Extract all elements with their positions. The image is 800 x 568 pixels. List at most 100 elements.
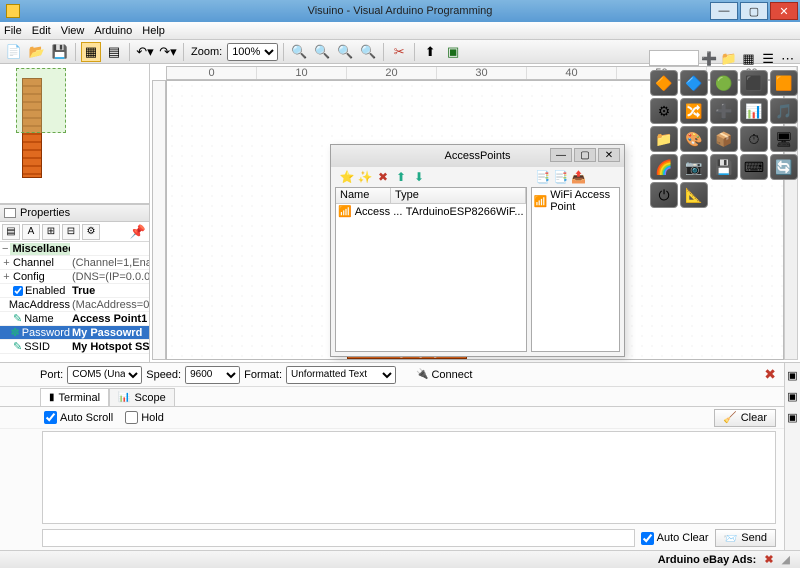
zoom-fit-icon[interactable]: 🔍	[289, 42, 309, 62]
new-icon[interactable]: 📄	[4, 42, 24, 62]
menu-view[interactable]: View	[61, 25, 85, 37]
property-row[interactable]: −Miscellaneous	[0, 242, 149, 256]
viewport-indicator[interactable]	[16, 68, 66, 133]
property-row[interactable]: ✽PasswordMy Passowrd	[0, 326, 149, 340]
prop-expand-icon[interactable]: ⊞	[42, 224, 60, 240]
palette-item[interactable]: 🔶	[650, 70, 678, 96]
zoom-100-icon[interactable]: 🔍	[358, 42, 378, 62]
dlg-exp-icon[interactable]: 📤	[571, 169, 587, 185]
send-button[interactable]: 📨 Send	[715, 529, 776, 547]
pal-view-icon[interactable]: ▦	[739, 48, 758, 68]
palette-item[interactable]: 📁	[650, 126, 678, 152]
grid-icon[interactable]: ▦	[81, 42, 101, 62]
palette-item[interactable]: 🟧	[770, 70, 798, 96]
palette-item[interactable]: 📦	[710, 126, 738, 152]
save-icon[interactable]: 💾	[50, 42, 70, 62]
format-select[interactable]: Unformatted Text	[286, 366, 396, 384]
prop-filter-icon[interactable]: ⚙	[82, 224, 100, 240]
speed-select[interactable]: 9600	[185, 366, 240, 384]
property-row[interactable]: EnabledTrue	[0, 284, 149, 298]
zoom-out-icon[interactable]: 🔍	[335, 42, 355, 62]
port-select[interactable]: COM5 (Unava	[67, 366, 142, 384]
cut-icon[interactable]: ✂	[389, 42, 409, 62]
property-grid[interactable]: −Miscellaneous+Channel(Channel=1,Enable.…	[0, 242, 149, 362]
dlg-copy-icon[interactable]: 📑	[535, 169, 551, 185]
open-icon[interactable]: 📂	[27, 42, 47, 62]
property-row[interactable]: +Config(DNS=(IP=0.0.0.0,E...	[0, 270, 149, 284]
snap-icon[interactable]: ▤	[104, 42, 124, 62]
tab-terminal[interactable]: ▮ Terminal	[40, 388, 109, 406]
list-item[interactable]: 📶 Access ... TArduinoESP8266WiF...	[336, 204, 526, 219]
palette-item[interactable]: 🔀	[680, 98, 708, 124]
side-icon[interactable]: ▣	[787, 390, 797, 403]
dialog-max-icon[interactable]: ▢	[574, 148, 596, 162]
dialog-titlebar[interactable]: AccessPoints — ▢ ✕	[331, 145, 624, 167]
prop-sort-icon[interactable]: A	[22, 224, 40, 240]
palette-item[interactable]: ⚙	[650, 98, 678, 124]
maximize-button[interactable]: ▢	[740, 2, 768, 20]
palette-item[interactable]: 📷	[680, 154, 708, 180]
palette-item[interactable]: 🔷	[680, 70, 708, 96]
status-close-icon[interactable]: ✖	[764, 553, 773, 566]
dlg-down-icon[interactable]: ⬇	[411, 169, 427, 185]
terminal-output[interactable]	[42, 431, 776, 524]
palette-item[interactable]: 🎨	[680, 126, 708, 152]
palette-item[interactable]: 📐	[680, 182, 708, 208]
palette-item[interactable]: 🔄	[770, 154, 798, 180]
send-input[interactable]	[42, 529, 635, 547]
property-row[interactable]: MacAddress(MacAddress=00-0...	[0, 298, 149, 312]
connect-button[interactable]: 🔌 Connect	[416, 369, 472, 381]
tab-scope[interactable]: 📊 Scope	[109, 388, 175, 406]
dialog-close-icon[interactable]: ✕	[598, 148, 620, 162]
autoclear-checkbox[interactable]: Auto Clear	[641, 532, 709, 545]
dialog-items-list[interactable]: NameType 📶 Access ... TArduinoESP8266WiF…	[335, 187, 527, 352]
zoom-in-icon[interactable]: 🔍	[312, 42, 332, 62]
menu-help[interactable]: Help	[142, 25, 165, 37]
pal-cat-icon[interactable]: 📁	[720, 48, 739, 68]
hold-checkbox[interactable]: Hold	[125, 411, 164, 424]
accesspoints-dialog[interactable]: AccessPoints — ▢ ✕ ⭐ ✨ ✖ ⬆ ⬇ NameType 📶 …	[330, 144, 625, 357]
dialog-available-list[interactable]: 📶 WiFi Access Point	[531, 187, 621, 352]
close-button[interactable]: ✕	[770, 2, 798, 20]
autoscroll-checkbox[interactable]: Auto Scroll	[44, 411, 113, 424]
zoom-select[interactable]: 100%	[227, 43, 278, 61]
minimize-button[interactable]: —	[710, 2, 738, 20]
palette-item[interactable]: 🟢	[710, 70, 738, 96]
palette-item[interactable]: ⌨	[740, 154, 768, 180]
redo-icon[interactable]: ↷▾	[158, 42, 178, 62]
prop-categorize-icon[interactable]: ▤	[2, 224, 20, 240]
dlg-star-icon[interactable]: ✨	[357, 169, 373, 185]
list-item[interactable]: 📶 WiFi Access Point	[532, 188, 620, 214]
dlg-copy2-icon[interactable]: 📑	[553, 169, 569, 185]
properties-header[interactable]: Properties	[0, 204, 149, 222]
undo-icon[interactable]: ↶▾	[135, 42, 155, 62]
palette-item[interactable]: ⏱	[740, 126, 768, 152]
panel-close-icon[interactable]: ✖	[764, 366, 776, 383]
dlg-add-icon[interactable]: ⭐	[339, 169, 355, 185]
pal-list-icon[interactable]: ☰	[759, 48, 778, 68]
palette-item[interactable]: 🖥	[770, 126, 798, 152]
resize-grip-icon[interactable]: ◢	[782, 553, 790, 566]
overview-thumbnail[interactable]	[0, 64, 149, 204]
pal-add-icon[interactable]: ➕	[700, 48, 719, 68]
dialog-min-icon[interactable]: —	[550, 148, 572, 162]
dlg-up-icon[interactable]: ⬆	[393, 169, 409, 185]
menu-file[interactable]: File	[4, 25, 22, 37]
property-row[interactable]: +Channel(Channel=1,Enable...	[0, 256, 149, 270]
palette-search[interactable]	[649, 50, 699, 66]
pal-more-icon[interactable]: ⋯	[778, 48, 797, 68]
menu-arduino[interactable]: Arduino	[94, 25, 132, 37]
menu-edit[interactable]: Edit	[32, 25, 51, 37]
palette-item[interactable]: 📊	[740, 98, 768, 124]
palette-item[interactable]: 💾	[710, 154, 738, 180]
side-icon[interactable]: ▣	[787, 369, 797, 382]
palette-item[interactable]: ⏻	[650, 182, 678, 208]
property-row[interactable]: ✎NameAccess Point1	[0, 312, 149, 326]
board-icon[interactable]: ▣	[443, 42, 463, 62]
upload-icon[interactable]: ⬆	[420, 42, 440, 62]
palette-item[interactable]: ➕	[710, 98, 738, 124]
clear-button[interactable]: 🧹 Clear	[714, 409, 776, 427]
prop-collapse-icon[interactable]: ⊟	[62, 224, 80, 240]
property-row[interactable]: ✎SSIDMy Hotspot SSID	[0, 340, 149, 354]
palette-item[interactable]: 🌈	[650, 154, 678, 180]
